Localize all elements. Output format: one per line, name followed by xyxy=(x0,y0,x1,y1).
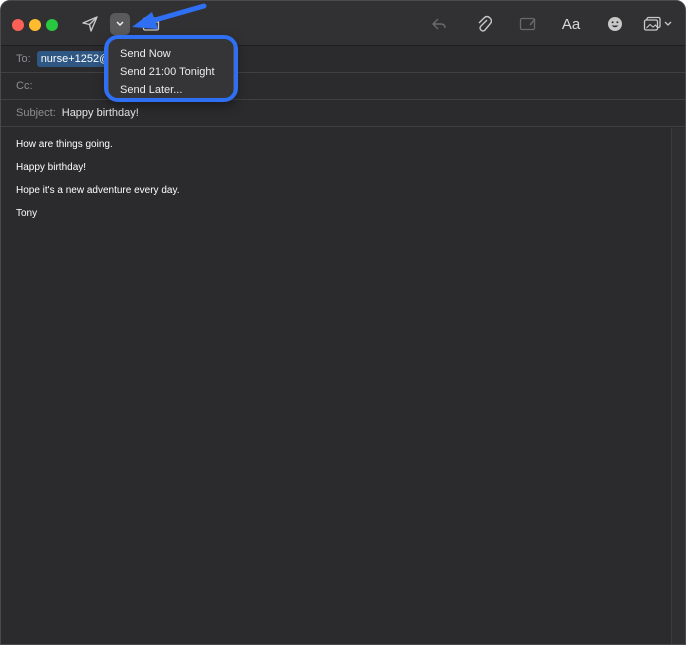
emoji-icon[interactable] xyxy=(604,13,626,35)
close-window-button[interactable] xyxy=(12,19,24,31)
cc-field[interactable]: Cc: xyxy=(1,73,685,100)
photo-browser-icon[interactable] xyxy=(642,13,674,35)
mail-compose-window: Aa To: nurse+1252@ Cc: Subject: Happy bi… xyxy=(0,0,686,645)
message-line: Happy birthday! xyxy=(16,162,87,173)
message-line: How are things going. xyxy=(16,139,113,150)
reply-icon[interactable] xyxy=(428,13,450,35)
message-line: Tony xyxy=(16,208,38,219)
chevron-down-icon xyxy=(116,21,124,27)
to-field[interactable]: To: nurse+1252@ xyxy=(1,46,685,73)
markup-icon[interactable] xyxy=(517,13,539,35)
to-label: To: xyxy=(16,53,31,65)
subject-value[interactable]: Happy birthday! xyxy=(62,107,139,119)
message-line: Hope it's a new adventure every day. xyxy=(16,185,180,196)
menu-item-send-now[interactable]: Send Now xyxy=(109,45,233,63)
send-options-menu: Send Now Send 21:00 Tonight Send Later..… xyxy=(108,38,234,100)
subject-label: Subject: xyxy=(16,107,56,119)
subject-field[interactable]: Subject: Happy birthday! xyxy=(1,100,685,127)
minimize-window-button[interactable] xyxy=(29,19,41,31)
format-button[interactable]: Aa xyxy=(558,13,584,35)
message-body[interactable]: How are things going. Happy birthday! Ho… xyxy=(1,128,673,644)
menu-item-send-later[interactable]: Send Later... xyxy=(109,81,233,99)
toolbar: Aa xyxy=(1,1,685,46)
paperclip-icon[interactable] xyxy=(473,13,495,35)
annotation-arrow-icon xyxy=(132,3,207,29)
cc-label: Cc: xyxy=(16,80,33,92)
send-options-button[interactable] xyxy=(110,13,130,35)
scrollbar[interactable] xyxy=(671,128,685,644)
zoom-window-button[interactable] xyxy=(46,19,58,31)
menu-item-send-tonight[interactable]: Send 21:00 Tonight xyxy=(109,63,233,81)
send-icon[interactable] xyxy=(79,13,101,35)
recipient-token[interactable]: nurse+1252@ xyxy=(36,51,115,67)
